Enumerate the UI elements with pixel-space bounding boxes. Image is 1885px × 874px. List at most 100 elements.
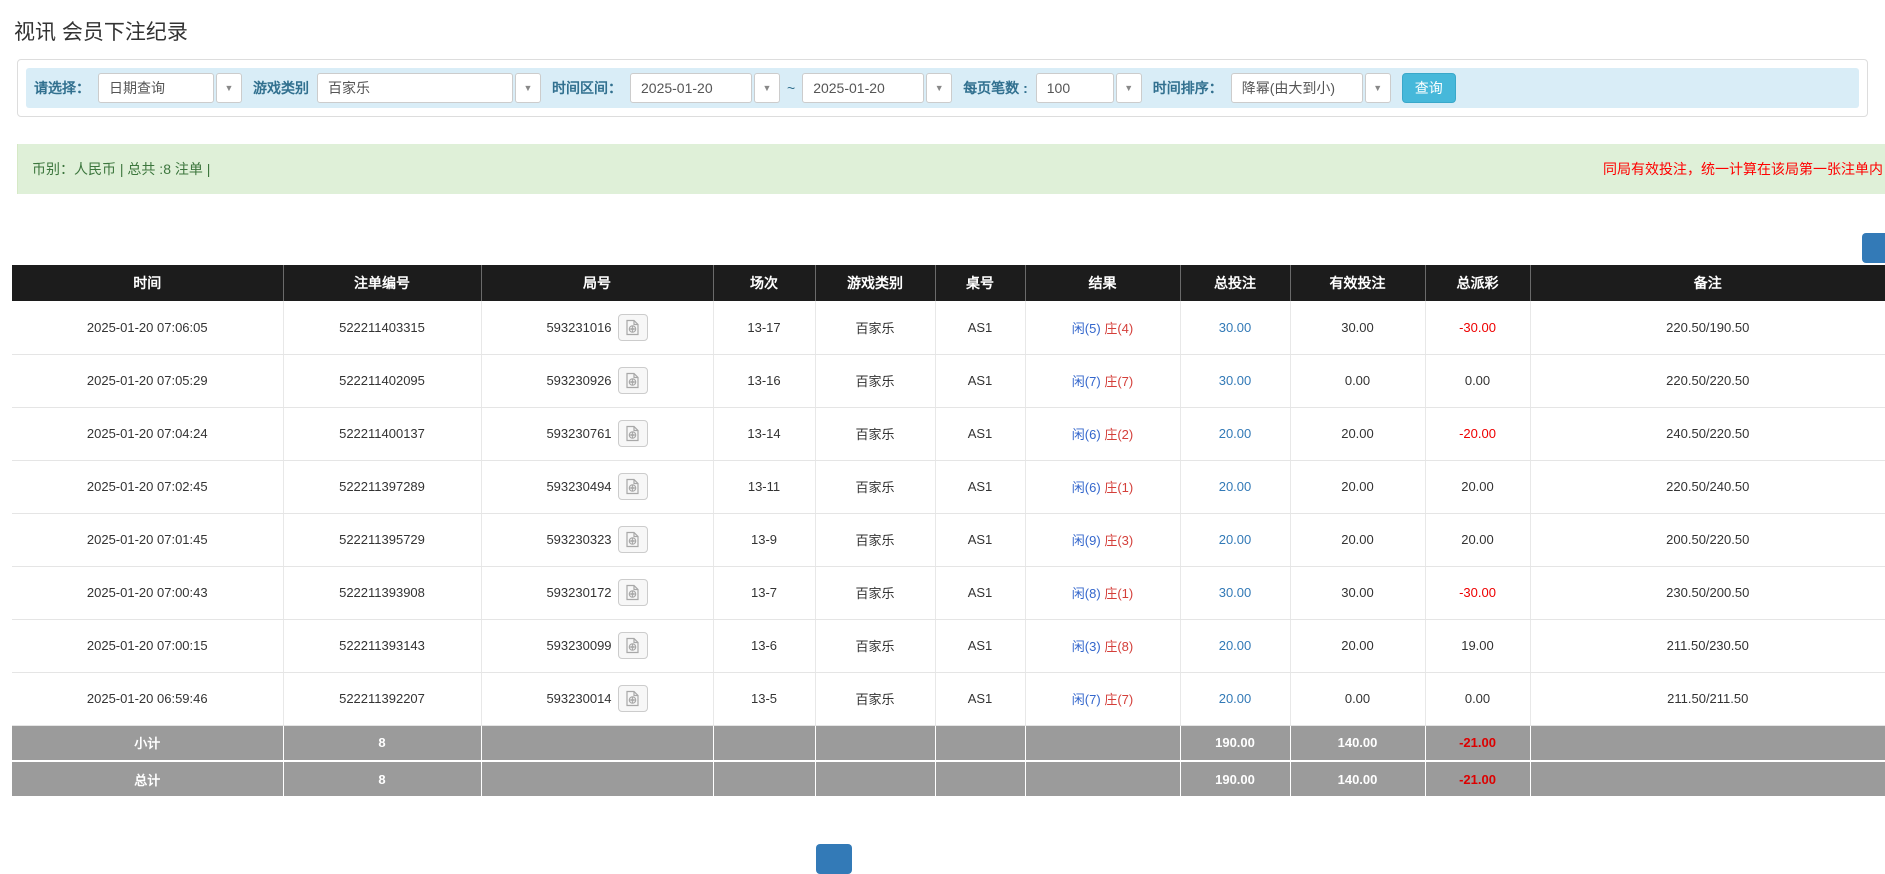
total-bet-link[interactable]: 20.00 (1219, 691, 1252, 706)
cell-payout: 20.00 (1425, 460, 1531, 514)
chevron-down-icon[interactable]: ▼ (1364, 73, 1391, 103)
cell-valid-bet: 30.00 (1290, 566, 1426, 620)
video-replay-icon[interactable] (617, 632, 648, 659)
page-size-combobox[interactable]: 100 ▼ (1035, 73, 1142, 103)
search-button[interactable]: 查询 (1401, 73, 1456, 103)
cell-remark: 211.50/211.50 (1530, 672, 1885, 726)
cell-payout: -30.00 (1425, 301, 1531, 355)
total-bet-link[interactable]: 30.00 (1219, 320, 1252, 335)
cell-table-no: AS1 (935, 672, 1026, 726)
col-header-bet-id: 注单编号 (283, 265, 482, 301)
total-bet-link[interactable]: 30.00 (1219, 585, 1252, 600)
total-bet-link[interactable]: 20.00 (1219, 532, 1252, 547)
video-replay-icon[interactable] (617, 579, 648, 606)
time-range-label: 时间区间： (552, 80, 622, 96)
cell-bet-id: 522211397289 (283, 460, 482, 514)
cell-bet-id: 522211402095 (283, 354, 482, 408)
table-row: 2025-01-20 06:59:46 522211392207 5932300… (12, 672, 1885, 726)
game-type-combobox[interactable]: 百家乐 ▼ (317, 73, 541, 103)
total-valid-bet: 140.00 (1290, 761, 1426, 798)
cell-valid-bet: 20.00 (1290, 460, 1426, 514)
chevron-down-icon[interactable]: ▼ (515, 73, 541, 103)
table-row: 2025-01-20 07:00:43 522211393908 5932301… (12, 566, 1885, 620)
summary-alert: 币别：人民币 | 总共 :8 注单 | 同局有效投注，统一计算在该局第一张注单内 (17, 144, 1885, 194)
subtotal-count: 8 (283, 725, 482, 762)
cell-time: 2025-01-20 07:04:24 (12, 407, 284, 461)
cell-remark: 211.50/230.50 (1530, 619, 1885, 673)
chevron-down-icon[interactable]: ▼ (1115, 73, 1142, 103)
cell-game-type: 百家乐 (815, 566, 936, 620)
video-replay-icon[interactable] (617, 367, 648, 394)
chevron-down-icon[interactable]: ▼ (754, 73, 780, 103)
date-to-combobox[interactable]: 2025-01-20 ▼ (802, 73, 953, 103)
total-bet-link[interactable]: 20.00 (1219, 479, 1252, 494)
currency-summary-text: 币别：人民币 | 总共 :8 注单 | (32, 161, 211, 177)
bet-records-table-wrap: 时间 注单编号 局号 场次 游戏类别 桌号 结果 总投注 有效投注 总派彩 备注… (12, 265, 1885, 798)
cell-table-no: AS1 (935, 513, 1026, 567)
cell-time: 2025-01-20 06:59:46 (12, 672, 284, 726)
chevron-down-icon[interactable]: ▼ (216, 73, 242, 103)
col-header-valid-bet: 有效投注 (1290, 265, 1426, 301)
cell-table-no: AS1 (935, 301, 1026, 355)
cell-payout: 0.00 (1425, 672, 1531, 726)
cell-bet-id: 522211395729 (283, 513, 482, 567)
total-bet-link[interactable]: 30.00 (1219, 373, 1252, 388)
cell-result: 闲(6) 庄(2) (1025, 407, 1181, 461)
video-replay-icon[interactable] (617, 420, 648, 447)
pagination-button-top[interactable] (1862, 233, 1885, 263)
table-row: 2025-01-20 07:01:45 522211395729 5932303… (12, 513, 1885, 567)
date-from-value[interactable]: 2025-01-20 (630, 73, 752, 103)
date-from-combobox[interactable]: 2025-01-20 ▼ (630, 73, 780, 103)
sort-order-combobox[interactable]: 降幂(由大到小) ▼ (1230, 73, 1391, 103)
cell-remark: 240.50/220.50 (1530, 407, 1885, 461)
cell-game-type: 百家乐 (815, 460, 936, 514)
total-bet-link[interactable]: 20.00 (1219, 638, 1252, 653)
cell-total-bet: 30.00 (1180, 301, 1291, 355)
cell-result: 闲(3) 庄(8) (1025, 619, 1181, 673)
cell-total-bet: 20.00 (1180, 513, 1291, 567)
cell-game-type: 百家乐 (815, 407, 936, 461)
table-row: 2025-01-20 07:05:29 522211402095 5932309… (12, 354, 1885, 408)
bet-records-table: 时间 注单编号 局号 场次 游戏类别 桌号 结果 总投注 有效投注 总派彩 备注… (12, 265, 1885, 798)
pagination-button-bottom[interactable] (816, 844, 852, 874)
col-header-payout: 总派彩 (1425, 265, 1531, 301)
table-row: 2025-01-20 07:02:45 522211397289 5932304… (12, 460, 1885, 514)
cell-valid-bet: 0.00 (1290, 354, 1426, 408)
table-header-row: 时间 注单编号 局号 场次 游戏类别 桌号 结果 总投注 有效投注 总派彩 备注 (12, 265, 1885, 301)
video-replay-icon[interactable] (617, 685, 648, 712)
total-row: 总计 8 190.00 140.00 -21.00 (12, 761, 1885, 798)
col-header-remark: 备注 (1530, 265, 1885, 301)
cell-bet-id: 522211393143 (283, 619, 482, 673)
cell-payout: 19.00 (1425, 619, 1531, 673)
cell-round-id: 593231016 (481, 301, 714, 355)
total-bet-link[interactable]: 20.00 (1219, 426, 1252, 441)
cell-total-bet: 20.00 (1180, 619, 1291, 673)
col-header-table-no: 桌号 (935, 265, 1026, 301)
date-to-value[interactable]: 2025-01-20 (802, 73, 925, 103)
game-type-value[interactable]: 百家乐 (317, 73, 513, 103)
cell-game-type: 百家乐 (815, 672, 936, 726)
cell-valid-bet: 30.00 (1290, 301, 1426, 355)
col-header-game-type: 游戏类别 (815, 265, 936, 301)
cell-round-id: 593230926 (481, 354, 714, 408)
page-size-value[interactable]: 100 (1035, 73, 1114, 103)
cell-game-type: 百家乐 (815, 354, 936, 408)
cell-valid-bet: 20.00 (1290, 513, 1426, 567)
cell-valid-bet: 20.00 (1290, 407, 1426, 461)
chevron-down-icon[interactable]: ▼ (926, 73, 953, 103)
cell-total-bet: 20.00 (1180, 407, 1291, 461)
video-replay-icon[interactable] (617, 313, 648, 341)
sort-order-value[interactable]: 降幂(由大到小) (1230, 73, 1363, 103)
total-label: 总计 (12, 761, 284, 798)
video-replay-icon[interactable] (617, 473, 648, 500)
video-replay-icon[interactable] (617, 526, 648, 553)
total-payout: -21.00 (1425, 761, 1531, 798)
subtotal-valid-bet: 140.00 (1290, 725, 1426, 762)
select-type-combobox[interactable]: 日期查询 ▼ (98, 73, 242, 103)
cell-payout: 0.00 (1425, 354, 1531, 408)
cell-session: 13-6 (713, 619, 816, 673)
cell-table-no: AS1 (935, 407, 1026, 461)
date-range-separator: ~ (787, 80, 796, 96)
cell-session: 13-11 (713, 460, 816, 514)
select-type-value[interactable]: 日期查询 (98, 73, 214, 103)
